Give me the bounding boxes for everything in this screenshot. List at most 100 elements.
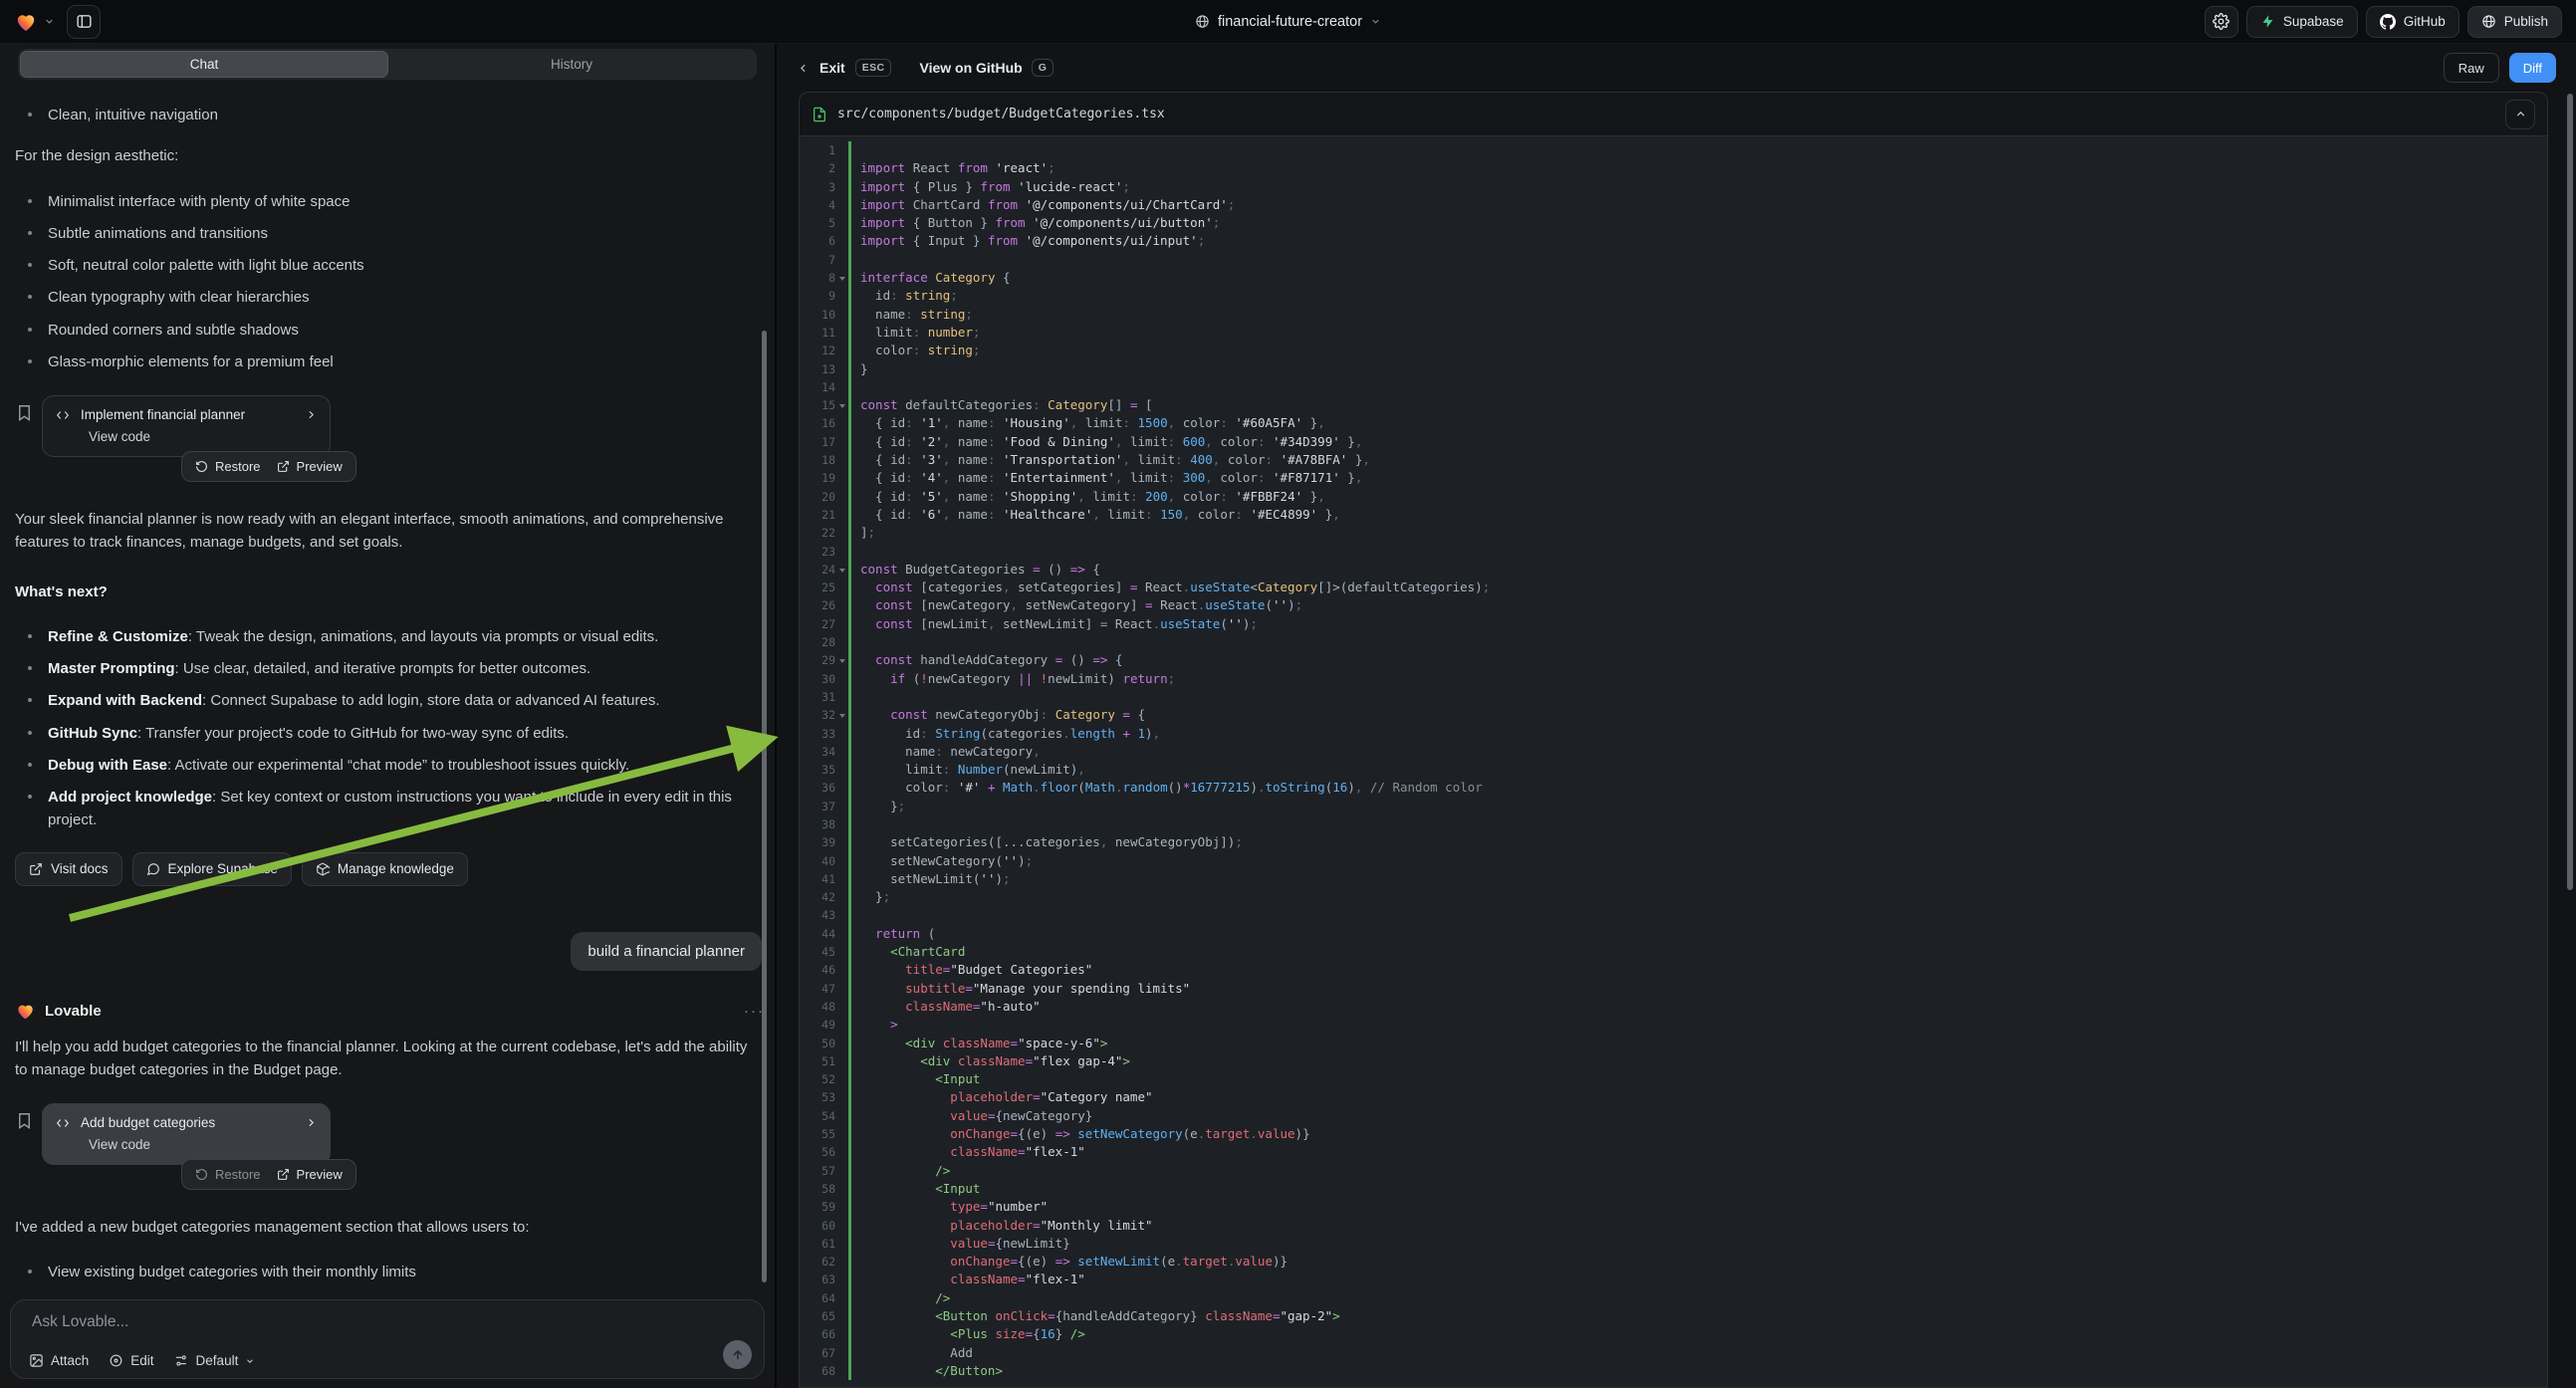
manage-knowledge-button[interactable]: Manage knowledge: [302, 852, 468, 886]
github-icon: [2380, 14, 2396, 30]
line-number: 18: [800, 451, 835, 469]
line-number: 10: [800, 306, 835, 324]
visit-docs-button[interactable]: Visit docs: [15, 852, 122, 886]
publish-globe-icon: [2481, 14, 2496, 29]
line-number: 8: [800, 269, 835, 287]
code-scrollbar[interactable]: [2567, 94, 2573, 890]
line-number: 66: [800, 1325, 835, 1343]
collapse-file-button[interactable]: [2505, 100, 2535, 129]
code-line: 27 const [newLimit, setNewLimit] = React…: [800, 615, 2547, 633]
message-circle-icon: [146, 862, 160, 876]
line-number: 49: [800, 1016, 835, 1034]
restore-preview-pill: Restore Preview: [181, 451, 356, 482]
chat-message-list[interactable]: Clean, intuitive navigation For the desi…: [0, 86, 775, 1293]
line-number: 21: [800, 506, 835, 524]
code-line: 9 id: string;: [800, 287, 2547, 305]
tab-chat[interactable]: Chat: [20, 51, 388, 78]
list-item: Rounded corners and subtle shadows: [15, 319, 765, 342]
line-number: 16: [800, 414, 835, 432]
code-line: 66 <Plus size={16} />: [800, 1325, 2547, 1343]
fold-toggle-icon[interactable]: [835, 651, 848, 669]
external-link-icon: [277, 1168, 290, 1181]
supabase-icon: [2260, 14, 2275, 29]
code-icon: [55, 408, 71, 422]
fold-toggle-icon[interactable]: [835, 706, 848, 724]
chevron-right-icon[interactable]: [305, 408, 318, 421]
chevron-left-icon[interactable]: [797, 62, 810, 75]
diff-button[interactable]: Diff: [2509, 53, 2556, 83]
restore-button[interactable]: Restore: [195, 459, 261, 474]
whats-next-heading: What's next?: [15, 580, 765, 603]
chevron-down-icon[interactable]: [44, 16, 55, 27]
bookmark-icon[interactable]: [15, 403, 34, 422]
list-item: Soft, neutral color palette with light b…: [15, 254, 765, 277]
edit-button[interactable]: Edit: [109, 1353, 153, 1368]
view-code-link[interactable]: View code: [89, 429, 318, 444]
code-line: 53 placeholder="Category name": [800, 1088, 2547, 1106]
chat-panel: Chat History Clean, intuitive navigation…: [0, 44, 775, 1388]
chat-input[interactable]: [32, 1313, 744, 1331]
code-line: 19 { id: '4', name: 'Entertainment', lim…: [800, 469, 2547, 487]
exit-button[interactable]: Exit: [820, 60, 845, 76]
code-line: 45 <ChartCard: [800, 943, 2547, 961]
line-number: 23: [800, 543, 835, 561]
chat-input-box: Attach Edit Default: [10, 1299, 765, 1379]
code-line: 32 const newCategoryObj: Category = {: [800, 706, 2547, 724]
code-line: 58 <Input: [800, 1180, 2547, 1198]
explore-supabase-button[interactable]: Explore Supabase: [132, 852, 292, 886]
preview-button[interactable]: Preview: [277, 1167, 343, 1182]
line-number: 61: [800, 1235, 835, 1253]
line-number: 7: [800, 251, 835, 269]
file-path: src/components/budget/BudgetCategories.t…: [837, 107, 2495, 121]
lovable-heart-icon: [15, 1001, 36, 1022]
chat-scrollbar[interactable]: [762, 331, 767, 1282]
list-item: Clean typography with clear hierarchies: [15, 286, 765, 309]
external-link-icon: [277, 460, 290, 473]
supabase-button[interactable]: Supabase: [2246, 6, 2358, 38]
version-card-implement-financial-planner[interactable]: Implement financial planner View code: [42, 395, 331, 457]
lovable-logo-icon[interactable]: [14, 10, 38, 34]
line-number: 28: [800, 633, 835, 651]
project-switcher[interactable]: financial-future-creator: [1195, 14, 1381, 30]
code-line: 5import { Button } from '@/components/ui…: [800, 214, 2547, 232]
mode-select[interactable]: Default: [174, 1353, 256, 1368]
globe-icon: [1195, 14, 1210, 29]
attach-button[interactable]: Attach: [29, 1353, 89, 1368]
fold-toggle-icon[interactable]: [835, 269, 848, 287]
github-button[interactable]: GitHub: [2366, 6, 2459, 38]
list-item: Subtle animations and transitions: [15, 222, 765, 245]
view-on-github-button[interactable]: View on GitHub: [919, 60, 1022, 76]
send-button[interactable]: [723, 1340, 752, 1369]
line-number: 41: [800, 870, 835, 888]
code-line: 60 placeholder="Monthly limit": [800, 1217, 2547, 1235]
sidebar-toggle-button[interactable]: [67, 5, 101, 39]
code-line: 30 if (!newCategory || !newLimit) return…: [800, 670, 2547, 688]
line-number: 1: [800, 141, 835, 159]
file-added-icon: [812, 107, 827, 122]
line-number: 55: [800, 1125, 835, 1143]
file-header[interactable]: src/components/budget/BudgetCategories.t…: [800, 93, 2547, 136]
help-paragraph: I'll help you add budget categories to t…: [15, 1036, 765, 1082]
raw-button[interactable]: Raw: [2444, 53, 2499, 83]
publish-button[interactable]: Publish: [2467, 6, 2562, 38]
bookmark-icon[interactable]: [15, 1111, 34, 1130]
line-number: 38: [800, 815, 835, 833]
code-lines[interactable]: 12import React from 'react';3import { Pl…: [800, 136, 2547, 1387]
preview-button[interactable]: Preview: [277, 459, 343, 474]
tab-history[interactable]: History: [388, 51, 755, 78]
settings-button[interactable]: [2205, 6, 2238, 38]
code-line: 29 const handleAddCategory = () => {: [800, 651, 2547, 669]
code-line: 10 name: string;: [800, 306, 2547, 324]
line-number: 46: [800, 961, 835, 979]
chevron-right-icon[interactable]: [305, 1116, 318, 1129]
fold-toggle-icon[interactable]: [835, 561, 848, 578]
panel-left-icon: [76, 13, 93, 30]
code-panel: Exit ESC View on GitHub G Raw Diff src/c…: [777, 44, 2576, 1388]
line-number: 48: [800, 998, 835, 1016]
line-number: 43: [800, 906, 835, 924]
version-card-add-budget-categories[interactable]: Add budget categories View code: [42, 1103, 331, 1165]
view-code-link[interactable]: View code: [89, 1137, 318, 1152]
fold-toggle-icon[interactable]: [835, 396, 848, 414]
restore-button[interactable]: Restore: [195, 1167, 261, 1182]
list-item: Glass-morphic elements for a premium fee…: [15, 350, 765, 373]
